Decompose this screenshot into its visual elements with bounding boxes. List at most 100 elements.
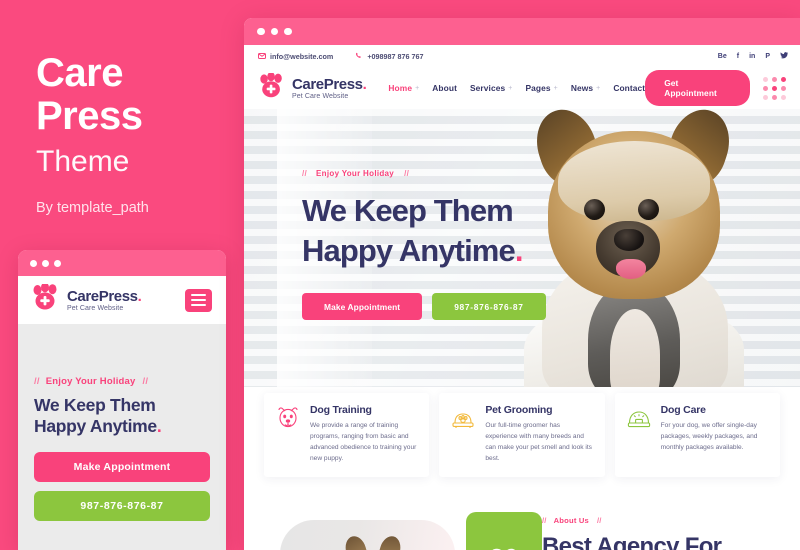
mobile-hero-title-dot: . [156, 416, 162, 436]
envelope-icon [258, 53, 266, 59]
about-image-wrap: 20 [244, 486, 542, 550]
hero-tagline-text: Enjoy Your Holiday [316, 169, 395, 178]
plus-icon: + [508, 84, 513, 92]
plus-icon: + [596, 84, 601, 92]
site-tagline: Pet Care Website [292, 92, 349, 100]
paw-cross-icon [31, 282, 61, 316]
window-dot-minimize[interactable] [270, 27, 278, 36]
promo-title-line2: Press [36, 94, 143, 138]
mobile-logo-text: CarePress. Pet Care Website [67, 287, 142, 312]
nav-item-news[interactable]: News + [571, 83, 600, 93]
promo-author: By template_path [36, 200, 149, 216]
service-card-pet-grooming[interactable]: Pet Grooming Our full-time groomer has e… [439, 393, 605, 477]
nav-item-home[interactable]: Home + [388, 83, 419, 93]
promo-title-line1: Care [36, 51, 123, 95]
dog-face-icon [275, 404, 301, 464]
browser-mockup: info@website.com +098987 876 767 Be f in… [244, 18, 800, 550]
service-cards: Dog Training We provide a range of train… [244, 393, 800, 477]
window-dot-minimize[interactable] [42, 259, 49, 267]
slash-left: // [542, 516, 547, 525]
hero-title-dot: . [514, 233, 524, 268]
mobile-hero-tagline-text: Enjoy Your Holiday [45, 376, 136, 387]
hero-dog-image [514, 109, 754, 387]
service-card-title: Dog Care [660, 404, 706, 416]
site-brand-dot: . [362, 75, 367, 93]
site-logo[interactable]: CarePress. Pet Care Website [258, 71, 367, 104]
browser-titlebar [244, 18, 800, 45]
slash-right: // [404, 169, 410, 178]
years-badge: 20 [466, 512, 542, 550]
service-card-text: We provide a range of training programs,… [310, 422, 417, 462]
about-tagline: // About Us // [542, 516, 721, 525]
dog-house-icon [626, 404, 652, 464]
mobile-brand-dot: . [137, 287, 142, 305]
topbar-phone-text: +098987 876 767 [367, 51, 424, 61]
topbar-email[interactable]: info@website.com [258, 52, 333, 61]
nav-item-services[interactable]: Services + [470, 83, 512, 93]
service-card-dog-care[interactable]: Dog Care For your dog, we offer single-d… [614, 393, 780, 477]
hero-title-line1: We Keep Them [302, 193, 514, 228]
hero-phone-button[interactable]: 987-876-876-87 [432, 293, 546, 320]
facebook-icon[interactable]: f [737, 53, 739, 60]
mobile-make-appointment-button[interactable]: Make Appointment [34, 452, 210, 482]
linkedin-icon[interactable]: in [749, 53, 755, 60]
mobile-hero-title-line2: Happy Anytime [34, 416, 157, 436]
window-dot-close[interactable] [30, 259, 37, 267]
site-brand: CarePress [292, 75, 363, 93]
phone-icon [355, 52, 363, 60]
mobile-tagline: Pet Care Website [67, 304, 124, 312]
hero-content: // Enjoy Your Holiday // We Keep Them Happ… [302, 169, 546, 320]
service-card-dog-training[interactable]: Dog Training We provide a range of train… [264, 393, 430, 477]
about-tagline-text: About Us [553, 516, 589, 525]
mobile-hero: // Enjoy Your Holiday // We Keep Them Happ… [18, 324, 226, 550]
window-dot-close[interactable] [257, 27, 265, 36]
mobile-brand: CarePress [67, 287, 138, 305]
site-navbar: CarePress. Pet Care Website Home + About … [244, 67, 800, 109]
slash-right: // [596, 516, 602, 525]
slash-right: // [142, 376, 149, 387]
cat-illustration [342, 533, 404, 550]
mobile-header: CarePress. Pet Care Website [18, 276, 226, 324]
site-menu: Home + About Services + Pages + News + Conta… [388, 83, 645, 93]
slash-left: // [302, 169, 308, 178]
pet-bed-icon [450, 404, 476, 464]
mobile-hero-tagline: // Enjoy Your Holiday // [34, 376, 210, 387]
mobile-logo[interactable]: CarePress. Pet Care Website [31, 282, 142, 316]
hero-title-line2: Happy Anytime [302, 233, 516, 268]
promo-title: Care Press [36, 52, 240, 138]
nav-item-pages[interactable]: Pages + [525, 83, 557, 93]
make-appointment-button[interactable]: Make Appointment [302, 293, 423, 320]
service-card-text: Our full-time groomer has experience wit… [485, 422, 592, 462]
pinterest-icon[interactable]: P [765, 53, 770, 60]
about-title: Best Agency For [542, 533, 722, 550]
behance-icon[interactable]: Be [718, 53, 727, 60]
slash-left: // [34, 376, 40, 387]
twitter-icon[interactable] [780, 51, 788, 61]
window-dot-maximize[interactable] [284, 27, 292, 36]
hero-tagline: // Enjoy Your Holiday // [302, 169, 546, 178]
paw-cross-icon [258, 71, 286, 104]
service-card-text: For your dog, we offer single-day packag… [660, 422, 758, 451]
plus-icon: + [553, 84, 558, 92]
plus-icon: + [415, 84, 420, 92]
hero-buttons: Make Appointment 987-876-876-87 [302, 293, 546, 320]
service-card-body: Dog Care For your dog, we offer single-d… [661, 404, 768, 464]
hamburger-icon[interactable] [185, 288, 212, 312]
site-logo-text: CarePress. Pet Care Website [292, 75, 367, 100]
promo-subtitle: Theme [36, 145, 130, 178]
nav-item-about[interactable]: About [432, 83, 457, 93]
nav-item-contact[interactable]: Contact [613, 83, 645, 93]
site-topbar: info@website.com +098987 876 767 Be f in… [244, 45, 800, 67]
get-appointment-button[interactable]: Get Appointment [645, 70, 750, 106]
topbar-social-links: Be f in P [718, 51, 788, 61]
dot-grid-menu-icon[interactable] [763, 76, 786, 100]
mobile-mockup: CarePress. Pet Care Website // Enjoy Your… [18, 250, 226, 550]
hero-section: // Enjoy Your Holiday // We Keep Them Happ… [244, 109, 800, 387]
window-dot-maximize[interactable] [54, 259, 61, 267]
service-card-title: Dog Training [310, 404, 372, 416]
about-cat-image [280, 520, 455, 550]
topbar-phone[interactable]: +098987 876 767 [355, 51, 424, 61]
about-section: 20 // About Us // Best Agency For [244, 486, 800, 550]
service-card-title: Pet Grooming [485, 404, 553, 416]
mobile-phone-button[interactable]: 987-876-876-87 [34, 491, 210, 521]
